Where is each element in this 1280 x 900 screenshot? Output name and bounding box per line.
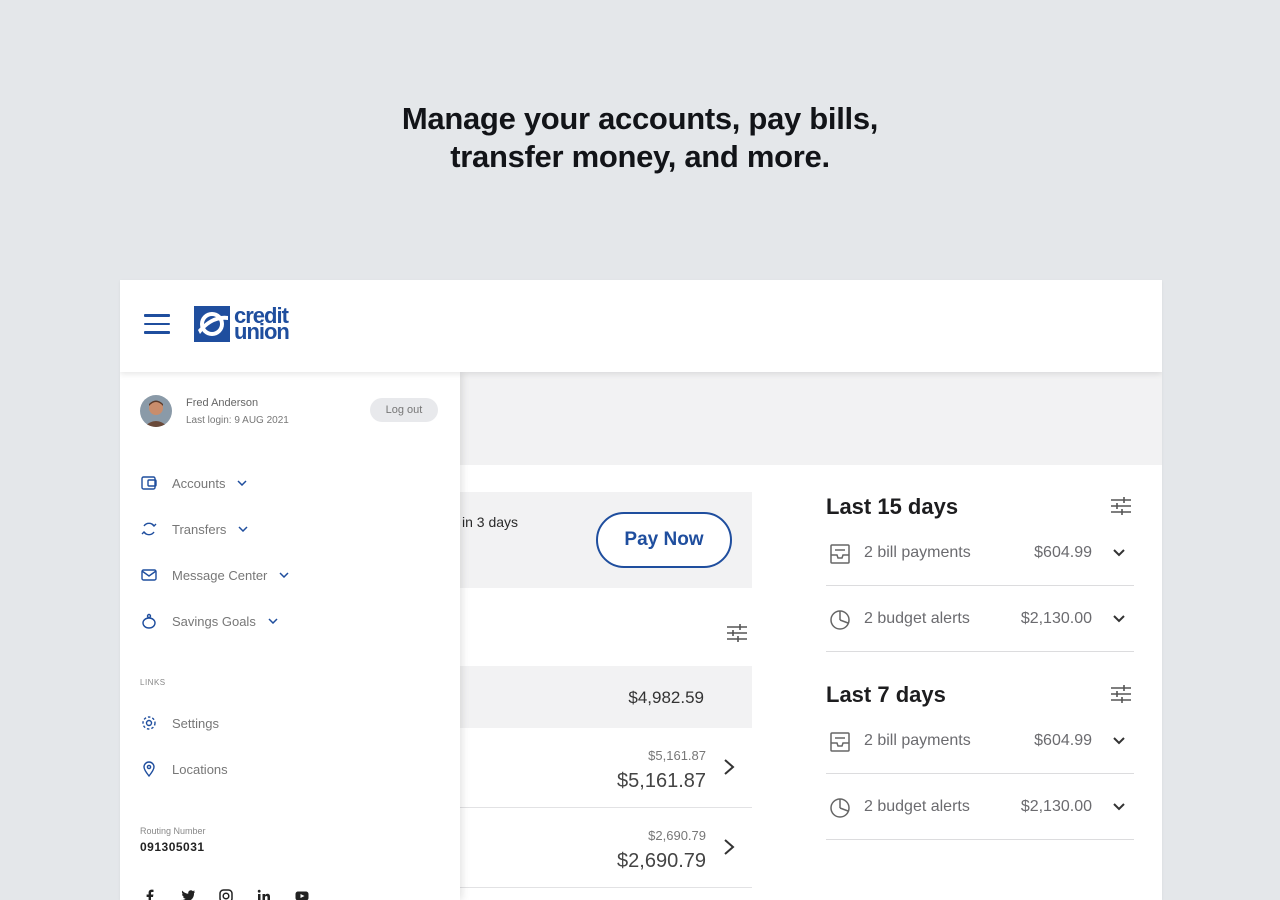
nav-item-savings-goals[interactable]: Savings Goals xyxy=(140,609,278,633)
summary-value: $2,130.00 xyxy=(1020,798,1092,815)
available-balance: $5,161.87 xyxy=(648,748,706,763)
user-name: Fred Anderson xyxy=(186,397,259,409)
location-pin-icon xyxy=(143,761,155,778)
chevron-down-icon xyxy=(268,618,278,624)
menu-icon[interactable] xyxy=(144,314,170,334)
transfers-icon xyxy=(141,522,157,536)
chevron-down-icon xyxy=(1113,549,1125,557)
due-text: in 3 days xyxy=(462,514,519,530)
nav-label: Accounts xyxy=(172,475,226,491)
bill-payments-row[interactable]: 2 bill payments $604.99 xyxy=(826,520,1134,586)
chevron-down-icon xyxy=(1113,803,1125,811)
marketing-headline: Manage your accounts, pay bills, transfe… xyxy=(0,100,1280,176)
budget-alerts-row[interactable]: 2 budget alerts $2,130.00 xyxy=(826,774,1134,840)
chevron-down-icon xyxy=(237,480,248,486)
period-title: Last 7 days xyxy=(826,682,946,707)
youtube-icon[interactable] xyxy=(294,888,310,900)
pay-now-button[interactable]: Pay Now xyxy=(596,512,732,568)
summary-label: 2 budget alerts xyxy=(864,798,970,815)
app-window: credit union in 3 days Pay Now $4,982.59… xyxy=(120,280,1162,900)
chevron-right-icon xyxy=(724,839,735,855)
linkedin-icon[interactable] xyxy=(256,888,272,900)
gear-icon xyxy=(142,716,156,730)
summary-label: 2 bill payments xyxy=(864,544,971,561)
headline-line-1: Manage your accounts, pay bills, xyxy=(401,101,879,136)
accounts-total-row: $4,982.59 xyxy=(460,666,752,728)
routing-number: 091305031 xyxy=(140,840,205,854)
nav-item-locations[interactable]: Locations xyxy=(140,757,228,781)
nav-item-accounts[interactable]: Accounts xyxy=(140,471,248,495)
nav-label: Transfers xyxy=(172,521,227,537)
page-header-strip xyxy=(460,372,1162,465)
chevron-down-icon xyxy=(238,526,248,532)
account-row[interactable]: $2,690.79 $2,690.79 xyxy=(460,808,752,888)
summary-value: $604.99 xyxy=(1034,544,1092,561)
credit-union-logo[interactable]: credit union xyxy=(194,303,290,344)
navigation-drawer: Fred Anderson Last login: 9 AUG 2021 Log… xyxy=(120,372,460,900)
logo-mark-icon xyxy=(194,306,230,342)
nav-label: Message Center xyxy=(172,567,268,583)
nav-label: Settings xyxy=(172,715,219,731)
summary-value: $604.99 xyxy=(1034,732,1092,749)
filter-icon[interactable] xyxy=(1110,684,1132,704)
piggy-bank-icon xyxy=(142,613,156,629)
log-out-button[interactable]: Log out xyxy=(370,398,438,422)
mail-icon xyxy=(141,569,157,581)
chevron-right-icon xyxy=(724,759,735,775)
pie-chart-icon xyxy=(830,610,850,630)
nav-label: Savings Goals xyxy=(172,613,256,629)
filter-icon[interactable] xyxy=(1110,496,1132,516)
twitter-icon[interactable] xyxy=(180,888,196,900)
instagram-icon[interactable] xyxy=(218,888,234,900)
nav-item-settings[interactable]: Settings xyxy=(140,711,219,735)
bill-payments-row[interactable]: 2 bill payments $604.99 xyxy=(826,708,1134,774)
facebook-icon[interactable] xyxy=(142,888,158,900)
top-bar: credit union xyxy=(120,280,1162,372)
total-amount: $4,982.59 xyxy=(628,688,704,707)
period-title: Last 15 days xyxy=(826,494,959,519)
budget-alerts-row[interactable]: 2 budget alerts $2,130.00 xyxy=(826,586,1134,652)
bill-due-card: in 3 days Pay Now xyxy=(460,492,752,588)
summary-label: 2 bill payments xyxy=(864,732,971,749)
avatar[interactable] xyxy=(140,395,172,427)
current-balance: $5,161.87 xyxy=(617,770,706,792)
chevron-down-icon xyxy=(1113,615,1125,623)
summary-value: $2,130.00 xyxy=(1020,610,1092,627)
last-login: Last login: 9 AUG 2021 xyxy=(186,415,289,426)
chevron-down-icon xyxy=(279,572,289,578)
social-links xyxy=(142,888,310,900)
accounts-icon xyxy=(141,476,157,490)
account-row[interactable]: $5,161.87 $5,161.87 xyxy=(460,728,752,808)
chevron-down-icon xyxy=(1113,737,1125,745)
filter-icon[interactable] xyxy=(726,623,748,643)
bill-icon xyxy=(830,732,850,752)
logo-text: credit union xyxy=(234,303,290,344)
user-avatar-icon xyxy=(140,395,172,427)
links-heading: LINKS xyxy=(140,678,166,687)
nav-item-message-center[interactable]: Message Center xyxy=(140,563,289,587)
nav-label: Locations xyxy=(172,761,228,777)
bill-icon xyxy=(830,544,850,564)
headline-line-2: transfer money, and more. xyxy=(450,139,830,174)
available-balance: $2,690.79 xyxy=(648,828,706,843)
routing-label: Routing Number xyxy=(140,826,206,836)
summary-label: 2 budget alerts xyxy=(864,610,970,627)
pie-chart-icon xyxy=(830,798,850,818)
current-balance: $2,690.79 xyxy=(617,850,706,872)
nav-item-transfers[interactable]: Transfers xyxy=(140,517,248,541)
